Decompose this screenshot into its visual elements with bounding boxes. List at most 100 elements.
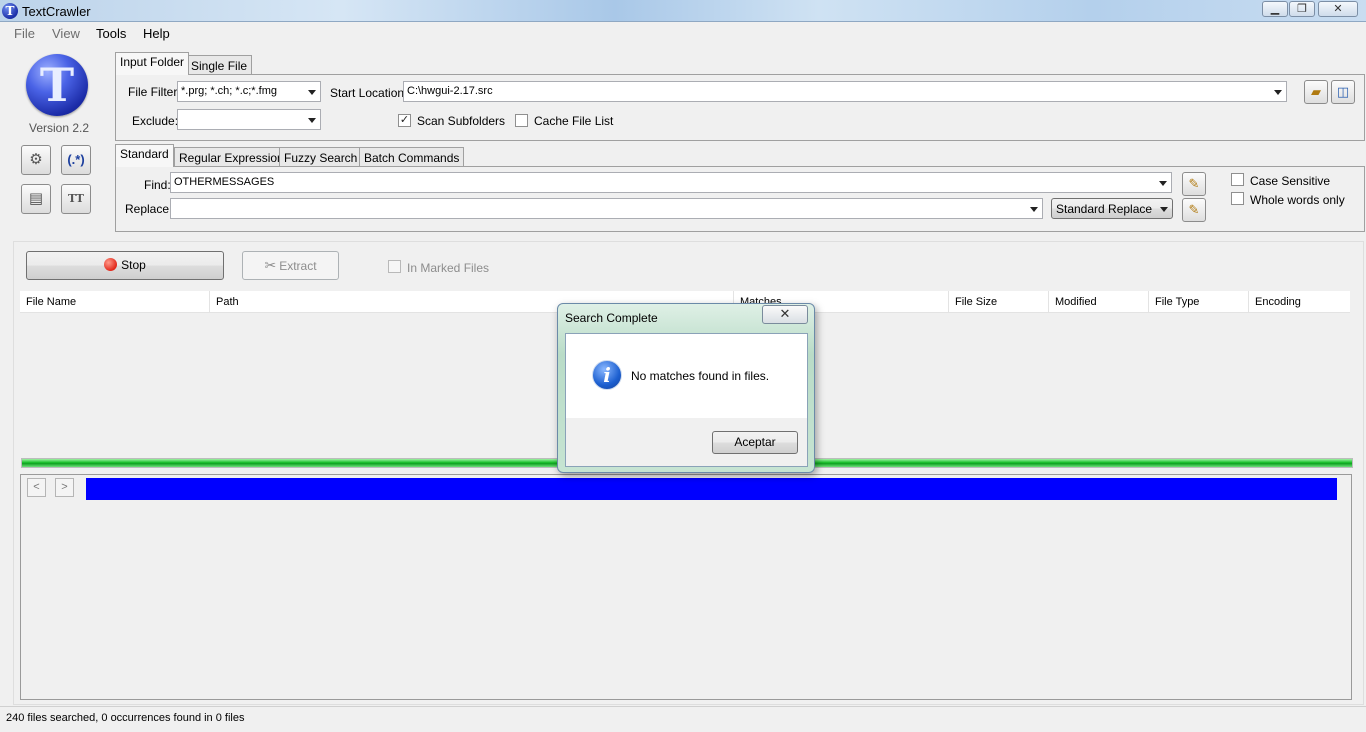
column-path[interactable]: Path	[216, 296, 239, 308]
replace-label: Replace:	[125, 202, 173, 216]
tab-input-folder[interactable]: Input Folder	[115, 52, 190, 75]
close-icon: ✕	[779, 306, 791, 321]
text-tools-button[interactable]: TT	[61, 184, 91, 214]
column-divider[interactable]	[1048, 291, 1049, 313]
in-marked-files-label: In Marked Files	[407, 261, 490, 275]
version-label: Version 2.2	[29, 121, 90, 135]
file-filter-combo[interactable]: *.prg; *.ch; *.c;*.fmg	[177, 81, 321, 102]
minimize-icon: ▁	[1270, 3, 1280, 15]
scan-subfolders-label: Scan Subfolders	[417, 114, 506, 128]
folder-view-button[interactable]: ◫	[1331, 80, 1355, 104]
chevron-right-icon: >	[61, 481, 68, 493]
regex-icon: (.*)	[67, 152, 85, 167]
whole-words-checkbox[interactable]	[1231, 192, 1244, 205]
preview-pane[interactable]	[20, 474, 1352, 700]
maximize-button[interactable]: ❐	[1289, 1, 1315, 17]
extract-label: Extract	[279, 259, 317, 273]
regex-button[interactable]: (.*)	[61, 145, 91, 175]
settings-button[interactable]: ⚙	[21, 145, 51, 175]
column-file-type[interactable]: File Type	[1155, 296, 1199, 308]
column-modified[interactable]: Modified	[1055, 296, 1097, 308]
menu-bar: File View Tools Help	[0, 23, 1366, 45]
chevron-down-icon	[1030, 207, 1038, 212]
column-file-size[interactable]: File Size	[955, 296, 997, 308]
menu-tools[interactable]: Tools	[96, 26, 126, 41]
app-logo: T	[26, 54, 88, 116]
cache-file-list-checkbox[interactable]	[515, 114, 528, 127]
stop-label: Stop	[121, 258, 146, 272]
title-bar: T TextCrawler ▁ ❐ ✕	[0, 0, 1366, 22]
dialog-title: Search Complete	[565, 311, 658, 325]
edit-replace-button[interactable]: ✎	[1182, 198, 1206, 222]
column-divider[interactable]	[1248, 291, 1249, 313]
cache-file-list-label: Cache File List	[534, 114, 614, 128]
window-icon: ◫	[1336, 84, 1350, 99]
replace-mode-select[interactable]: Standard Replace	[1051, 198, 1173, 219]
tab-standard[interactable]: Standard	[115, 144, 174, 167]
tab-batch-commands[interactable]: Batch Commands	[359, 147, 465, 167]
minimize-button[interactable]: ▁	[1262, 1, 1288, 17]
start-location-value: C:\hwgui-2.17.src	[407, 85, 493, 97]
start-location-label: Start Location:	[330, 86, 408, 100]
stop-icon	[104, 258, 118, 271]
find-label: Find:	[144, 178, 171, 192]
folder-icon: ▰	[1311, 84, 1321, 99]
stop-button[interactable]: Stop	[26, 251, 224, 280]
exclude-combo[interactable]	[177, 109, 321, 130]
whole-words-label: Whole words only	[1250, 193, 1345, 207]
chevron-down-icon	[1274, 90, 1282, 95]
exclude-label: Exclude:	[132, 114, 179, 128]
window-title: TextCrawler	[22, 4, 91, 19]
info-icon: i	[592, 360, 622, 390]
maximize-icon: ❐	[1297, 3, 1307, 15]
menu-file[interactable]: File	[14, 26, 35, 41]
text-tools-icon: TT	[68, 192, 84, 205]
dialog-close-button[interactable]: ✕	[762, 305, 808, 324]
scissors-icon: ✂	[264, 257, 277, 273]
find-value: OTHERMESSAGES	[174, 176, 275, 188]
in-marked-files-checkbox[interactable]	[388, 260, 401, 273]
preview-highlight-bar	[86, 478, 1337, 500]
preview-next-button[interactable]: >	[55, 478, 74, 497]
tab-fuzzy-search[interactable]: Fuzzy Search	[279, 147, 363, 167]
search-complete-dialog: Search Complete ✕ i No matches found in …	[557, 303, 815, 473]
dialog-body: i No matches found in files. Aceptar	[565, 333, 808, 467]
file-filter-label: File Filter:	[128, 85, 181, 99]
replace-combo[interactable]	[170, 198, 1043, 219]
chevron-down-icon	[308, 90, 316, 95]
menu-help[interactable]: Help	[143, 26, 170, 41]
document-icon: ▤	[28, 190, 44, 207]
dialog-ok-button[interactable]: Aceptar	[712, 431, 798, 454]
column-file-name[interactable]: File Name	[26, 296, 76, 308]
column-divider[interactable]	[948, 291, 949, 313]
column-encoding[interactable]: Encoding	[1255, 296, 1301, 308]
dialog-message-area: i No matches found in files.	[566, 334, 807, 418]
chevron-left-icon: <	[33, 481, 40, 493]
chevron-down-icon	[1159, 181, 1167, 186]
scan-subfolders-checkbox[interactable]: ✓	[398, 114, 411, 127]
pencil-icon: ✎	[1188, 176, 1200, 191]
case-sensitive-checkbox[interactable]	[1231, 173, 1244, 186]
start-location-combo[interactable]: C:\hwgui-2.17.src	[403, 81, 1287, 102]
extract-button[interactable]: ✂ Extract	[242, 251, 339, 280]
replace-mode-value: Standard Replace	[1056, 202, 1153, 216]
chevron-down-icon	[308, 118, 316, 123]
pencil-icon: ✎	[1188, 202, 1200, 217]
app-icon: T	[2, 3, 18, 19]
menu-view[interactable]: View	[52, 26, 80, 41]
browse-folder-button[interactable]: ▰	[1304, 80, 1328, 104]
find-combo[interactable]: OTHERMESSAGES	[170, 172, 1172, 193]
status-bar: 240 files searched, 0 occurrences found …	[0, 706, 1366, 732]
tab-regular-expression[interactable]: Regular Expression	[174, 147, 289, 167]
checkmark-icon: ✓	[399, 114, 410, 126]
document-button[interactable]: ▤	[21, 184, 51, 214]
column-divider[interactable]	[209, 291, 210, 313]
column-divider[interactable]	[1148, 291, 1149, 313]
close-icon: ✕	[1333, 3, 1343, 15]
close-button[interactable]: ✕	[1318, 1, 1358, 17]
tab-single-file[interactable]: Single File	[186, 55, 253, 75]
case-sensitive-label: Case Sensitive	[1250, 174, 1331, 188]
preview-prev-button[interactable]: <	[27, 478, 46, 497]
edit-find-button[interactable]: ✎	[1182, 172, 1206, 196]
chevron-down-icon	[1160, 207, 1168, 212]
